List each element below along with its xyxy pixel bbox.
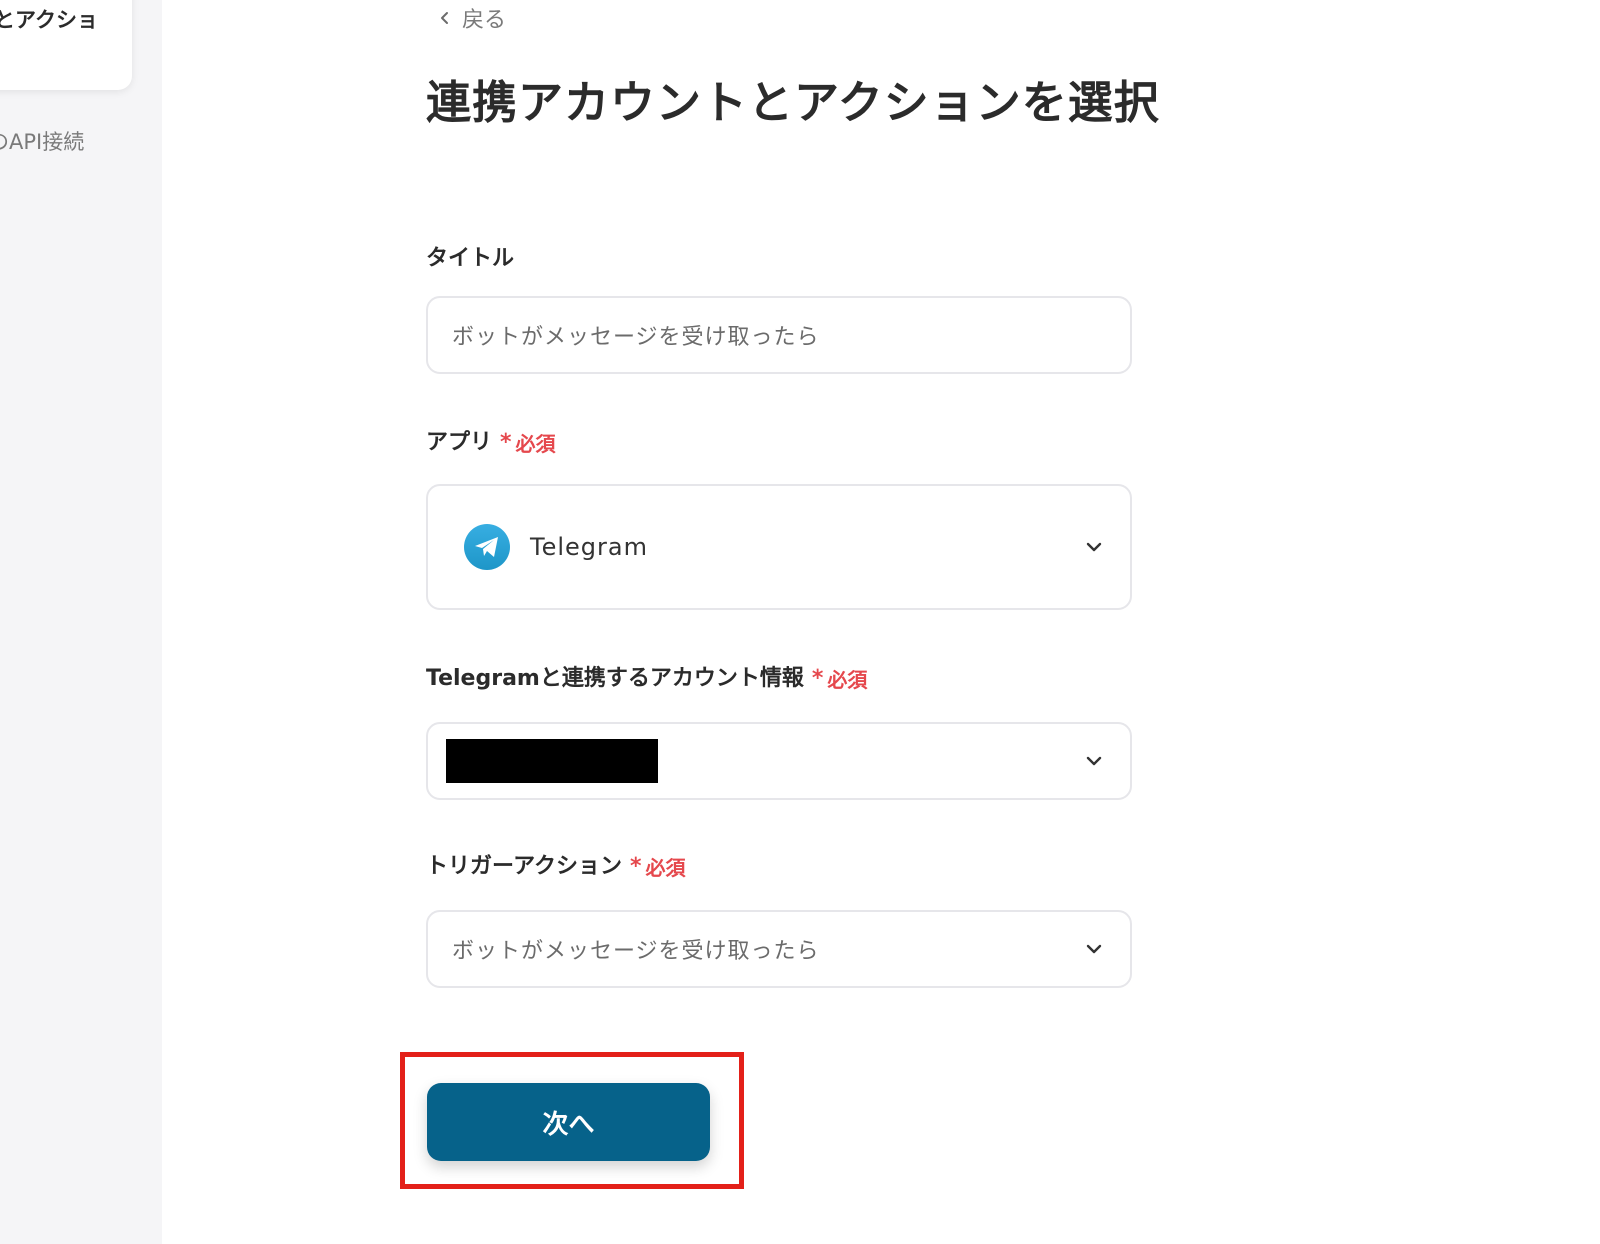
required-asterisk: * (811, 666, 824, 691)
required-badge: * 必須 (500, 428, 556, 457)
sidebar: とアクショ のAPI接続 (0, 0, 162, 1244)
chevron-down-icon (1086, 542, 1102, 552)
app-select-value: Telegram (530, 533, 648, 561)
required-badge: * 必須 (630, 852, 686, 881)
back-link[interactable]: 戻る (438, 2, 506, 34)
trigger-label-text: トリガーアクション (426, 854, 623, 879)
account-field-label: Telegramと連携するアカウント情報 * 必須 (426, 660, 867, 693)
page-title: 連携アカウントとアクションを選択 (426, 76, 1160, 129)
sidebar-step-label: とアクショ (0, 8, 98, 32)
required-asterisk: * (630, 854, 642, 879)
chevron-left-icon (441, 12, 448, 24)
back-link-label: 戻る (462, 8, 507, 33)
title-field-label: タイトル (426, 240, 514, 272)
title-input-value: ボットがメッセージを受け取ったら (452, 325, 820, 350)
sidebar-step-card[interactable]: とアクショ (0, 0, 132, 90)
next-button[interactable]: 次へ (427, 1083, 710, 1161)
required-badge: * 必須 (812, 664, 868, 693)
app-field-label: アプリ * 必須 (426, 424, 556, 457)
required-text: 必須 (827, 668, 868, 692)
title-label-text: タイトル (426, 246, 515, 271)
redacted-account-value (446, 739, 658, 783)
app-select[interactable]: Telegram (426, 484, 1132, 610)
app-label-text: アプリ (426, 430, 493, 455)
trigger-select[interactable]: ボットがメッセージを受け取ったら (426, 910, 1132, 988)
required-text: 必須 (645, 856, 686, 880)
required-asterisk: * (500, 430, 512, 455)
required-text: 必須 (515, 432, 556, 456)
account-label-text: Telegramと連携するアカウント情報 (426, 666, 804, 691)
chevron-down-icon (1086, 944, 1102, 954)
title-input[interactable]: ボットがメッセージを受け取ったら (426, 296, 1132, 374)
sidebar-item-api[interactable]: のAPI接続 (0, 126, 84, 156)
trigger-select-value: ボットがメッセージを受け取ったら (452, 939, 820, 964)
account-select[interactable] (426, 722, 1132, 800)
paper-plane-icon (475, 537, 498, 557)
telegram-icon (464, 524, 510, 570)
trigger-field-label: トリガーアクション * 必須 (426, 848, 686, 881)
chevron-down-icon (1086, 756, 1102, 766)
